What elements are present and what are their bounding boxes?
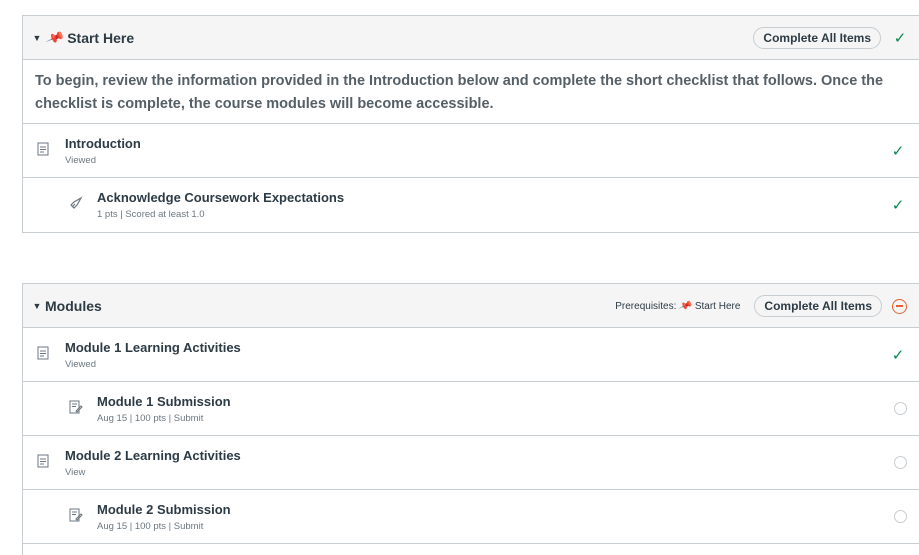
complete-check-icon: ✓	[891, 143, 905, 160]
item-meta: Aug 15 | 100 pts | Submit	[97, 413, 204, 424]
prereq-label-text: Prerequisites:	[615, 300, 677, 312]
module-item-m2-activities[interactable]: Module 2 Learning Activities View	[23, 436, 919, 490]
item-title[interactable]: Module 1 Learning Activities	[65, 340, 241, 355]
item-meta: Viewed	[65, 359, 96, 370]
module-header[interactable]: ▼ Modules Prerequisites: 📌 Start Here Co…	[23, 284, 919, 328]
item-title[interactable]: Acknowledge Coursework Expectations	[97, 190, 344, 205]
module-item-m1-activities[interactable]: Module 1 Learning Activities Viewed ✓	[23, 328, 919, 382]
complete-all-items-button[interactable]: Complete All Items	[754, 295, 882, 317]
item-title[interactable]: Introduction	[65, 136, 141, 151]
item-title[interactable]: Module 2 Learning Activities	[65, 448, 241, 463]
module-title: Start Here	[67, 29, 135, 46]
item-meta: Aug 15 | 100 pts | Submit	[97, 521, 204, 532]
module-title: Modules	[45, 297, 102, 314]
prerequisites-label: Prerequisites: 📌 Start Here	[615, 298, 741, 314]
assignment-icon	[69, 400, 83, 416]
incomplete-circle-icon	[894, 508, 907, 523]
pin-icon: 📌	[677, 298, 694, 314]
module-item-m1-submission[interactable]: Module 1 Submission Aug 15 | 100 pts | S…	[23, 382, 919, 436]
page-icon	[37, 454, 51, 470]
item-meta: 1 pts | Scored at least 1.0	[97, 209, 205, 220]
prereq-value: Start Here	[694, 300, 741, 312]
item-title[interactable]: Module 1 Submission	[97, 394, 231, 409]
complete-check-icon: ✓	[891, 197, 905, 214]
locked-minus-circle-icon	[892, 298, 907, 314]
item-title[interactable]: Module 2 Submission	[97, 502, 231, 517]
module-modules: ▼ Modules Prerequisites: 📌 Start Here Co…	[22, 283, 919, 555]
module-complete-check-icon: ✓	[893, 30, 907, 47]
quiz-rocket-icon	[69, 196, 83, 212]
module-item-acknowledge[interactable]: Acknowledge Coursework Expectations 1 pt…	[23, 178, 919, 232]
page-icon	[37, 142, 51, 158]
item-meta: Viewed	[65, 155, 96, 166]
pin-icon: 📌	[45, 27, 66, 47]
incomplete-circle-icon	[894, 400, 907, 415]
complete-check-icon: ✓	[891, 347, 905, 364]
complete-all-items-button[interactable]: Complete All Items	[753, 27, 881, 49]
module-header[interactable]: ▼ 📌 Start Here Complete All Items ✓	[23, 16, 919, 60]
assignment-icon	[69, 508, 83, 524]
module-overview-text: To begin, review the information provide…	[23, 60, 919, 124]
module-item-m2-submission[interactable]: Module 2 Submission Aug 15 | 100 pts | S…	[23, 490, 919, 544]
incomplete-circle-icon	[894, 454, 907, 469]
page-icon	[37, 346, 51, 362]
collapse-caret-icon[interactable]: ▼	[31, 301, 43, 311]
collapse-caret-icon[interactable]: ▼	[31, 33, 43, 43]
item-meta: View	[65, 467, 86, 478]
module-item-introduction[interactable]: Introduction Viewed ✓	[23, 124, 919, 178]
module-start-here: ▼ 📌 Start Here Complete All Items ✓ To b…	[22, 15, 919, 233]
